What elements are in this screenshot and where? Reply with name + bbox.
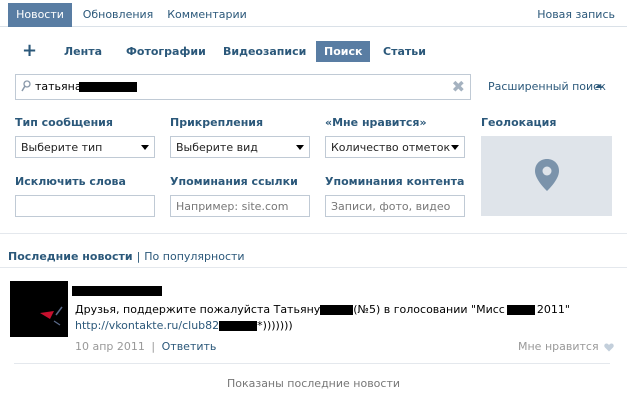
- likes-value: Количество отметок: [331, 141, 451, 154]
- post-link-tail: *))))))): [257, 319, 293, 332]
- chevron-down-icon: [296, 145, 304, 150]
- post-meta: 10 апр 2011 | Ответить: [75, 340, 216, 353]
- chevron-up-icon[interactable]: [595, 84, 603, 88]
- content-mentions-field[interactable]: Записи, фото, видео: [325, 195, 465, 217]
- link-mentions-placeholder: Например: site.com: [176, 200, 289, 213]
- attachments-select[interactable]: Выберите вид: [170, 136, 310, 158]
- redaction-mark: [320, 305, 354, 315]
- post-text: Друзья, поддержите пожалуйста Татьяну (№5…: [75, 303, 570, 316]
- attachments-label: Прикрепления: [170, 116, 264, 129]
- post-text-part-1: Друзья, поддержите пожалуйста Татьяну: [75, 303, 321, 316]
- message-type-value: Выберите тип: [21, 141, 103, 154]
- post-date[interactable]: 10 апр 2011: [75, 340, 145, 353]
- advanced-search-link[interactable]: Расширенный поиск: [488, 80, 606, 93]
- avatar-image: [10, 281, 68, 337]
- sort-separator: |: [136, 250, 141, 263]
- divider: [0, 233, 627, 234]
- content-mentions-placeholder: Записи, фото, видео: [331, 200, 451, 213]
- post-text-part-2: (№5) в голосовании "Мисс: [353, 303, 505, 316]
- chevron-down-icon: [451, 145, 459, 150]
- exclude-words-field[interactable]: [15, 195, 155, 217]
- sort-latest[interactable]: Последние новости: [8, 250, 133, 263]
- footer-status: Показаны последние новости: [226, 377, 401, 390]
- subnav-videos[interactable]: Видеозаписи: [223, 41, 306, 62]
- redaction-mark: [506, 305, 535, 315]
- subnav-feed[interactable]: Лента: [64, 41, 102, 62]
- message-type-label: Тип сообщения: [15, 116, 113, 129]
- link-mentions-label: Упоминания ссылки: [170, 175, 298, 188]
- likes-select[interactable]: Количество отметок: [325, 136, 465, 158]
- redaction-mark: [219, 321, 258, 331]
- subnav-articles[interactable]: Статьи: [383, 41, 426, 62]
- top-tabs: Новости Обновления Комментарии Новая зап…: [0, 0, 627, 27]
- search-icon: [21, 80, 31, 92]
- meta-separator: |: [151, 340, 156, 353]
- subnav-search[interactable]: Поиск: [316, 41, 371, 62]
- like-button[interactable]: Мне нравится: [518, 340, 614, 353]
- reply-link[interactable]: Ответить: [162, 340, 217, 353]
- content-mentions-label: Упоминания контента: [325, 175, 465, 188]
- sort-popular[interactable]: По популярности: [144, 250, 244, 263]
- close-icon[interactable]: ✖: [452, 77, 465, 96]
- message-type-select[interactable]: Выберите тип: [15, 136, 155, 158]
- divider: [0, 267, 627, 268]
- tab-comments[interactable]: Комментарии: [164, 3, 250, 27]
- like-label: Мне нравится: [518, 340, 599, 353]
- geolocation-map[interactable]: [481, 136, 612, 216]
- exclude-words-label: Исключить слова: [15, 175, 126, 188]
- search-query: татьяна: [35, 80, 82, 93]
- link-mentions-field[interactable]: Например: site.com: [170, 195, 310, 217]
- attachments-value: Выберите вид: [176, 141, 258, 154]
- author-name-redaction: [72, 286, 162, 296]
- sub-navigation: + Лента Фотографии Видеозаписи Поиск Ста…: [0, 38, 627, 64]
- geolocation-label: Геолокация: [481, 116, 557, 129]
- sort-bar: Последние новости | По популярности: [8, 250, 245, 263]
- tab-news[interactable]: Новости: [8, 3, 72, 27]
- divider: [14, 363, 610, 364]
- avatar[interactable]: [10, 281, 68, 337]
- subnav-photos[interactable]: Фотографии: [126, 41, 206, 62]
- post-text-part-3: 2011": [536, 303, 570, 316]
- post-link-url[interactable]: http://vkontakte.ru/club82: [75, 319, 219, 332]
- post-link[interactable]: http://vkontakte.ru/club82 *))))))): [75, 319, 293, 332]
- likes-label: «Мне нравится»: [325, 116, 427, 129]
- redaction-mark: [79, 82, 137, 92]
- new-post-link[interactable]: Новая запись: [537, 3, 615, 26]
- tab-updates[interactable]: Обновления: [78, 3, 158, 27]
- search-input[interactable]: татьяна ✖: [15, 74, 471, 100]
- add-icon[interactable]: +: [22, 39, 37, 63]
- heart-icon: [604, 343, 614, 351]
- map-pin-icon: [535, 159, 559, 191]
- chevron-down-icon: [141, 145, 149, 150]
